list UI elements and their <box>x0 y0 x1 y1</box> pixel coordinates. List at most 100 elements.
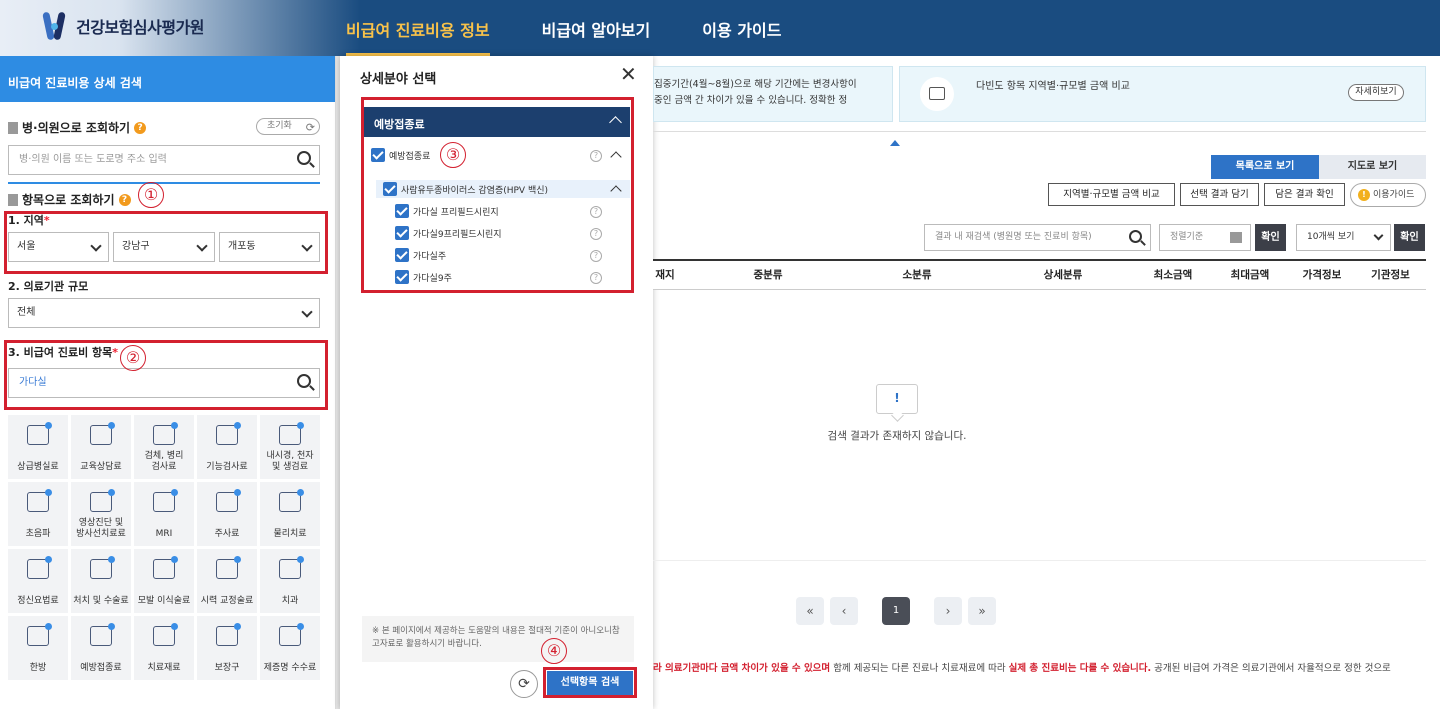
category-label: 영상진단 및 <box>78 518 124 528</box>
hospital-search-input[interactable]: 병·의원 이름 또는 도로명 주소 입력 <box>8 145 320 175</box>
page-prev-button[interactable]: ‹ <box>830 597 858 625</box>
category-tile[interactable]: 예방접종료 <box>71 616 131 680</box>
category-label: 초음파 <box>25 529 51 539</box>
page-first-button[interactable]: « <box>796 597 824 625</box>
per-page-confirm-button[interactable]: 확인 <box>1394 224 1425 251</box>
category-icon <box>90 623 115 646</box>
category-label: 한방 <box>29 663 47 673</box>
reset-button[interactable]: 초기화 ⟳ <box>256 118 320 135</box>
category-label: 예방접종료 <box>80 663 122 673</box>
category-label: 시력 교정술료 <box>200 596 254 606</box>
category-tile[interactable]: 모발 이식술료 <box>134 549 194 613</box>
category-label: 주사료 <box>214 529 240 539</box>
save-results-button[interactable]: 선택 결과 담기 <box>1180 183 1259 206</box>
caret-up-icon[interactable] <box>890 140 900 146</box>
category-tile[interactable]: 치과 <box>260 549 320 613</box>
category-icon <box>153 623 178 646</box>
category-tile[interactable]: MRI <box>134 482 194 546</box>
category-tile[interactable]: 제증명 수수료 <box>260 616 320 680</box>
category-icon <box>216 556 241 579</box>
info-icon: ! <box>1358 189 1370 201</box>
search-icon[interactable] <box>297 151 311 165</box>
category-tile[interactable]: 내시경, 천자 및 생검료 <box>260 415 320 479</box>
help-icon[interactable]: ? <box>118 193 131 206</box>
annotation-marker-1: ① <box>138 182 164 208</box>
notice-banner-compare: 다빈도 항목 지역별·규모별 금액 비교 자세히보기 <box>899 66 1426 122</box>
scale-select[interactable]: 전체 <box>8 298 320 328</box>
category-tile[interactable]: 주사료 <box>197 482 257 546</box>
category-tile[interactable]: 초음파 <box>8 482 68 546</box>
category-icon <box>216 623 241 646</box>
category-label: 처치 및 수술료 <box>73 596 129 606</box>
category-icon <box>153 489 178 512</box>
notice-banner-period: 집중기간(4월~8월)으로 해당 기간에는 변경사항이 중인 금액 간 차이가 … <box>653 66 893 122</box>
divider <box>653 560 1426 561</box>
top-header: 건강보험심사평가원 비급여 진료비용 정보 비급여 알아보기 이용 가이드 <box>0 0 1440 56</box>
logo[interactable]: 건강보험심사평가원 <box>42 10 204 42</box>
detail-view-button[interactable]: 자세히보기 <box>1348 84 1404 101</box>
sort-confirm-button[interactable]: 확인 <box>1255 224 1286 251</box>
sort-select[interactable]: 정렬기준 <box>1159 224 1251 251</box>
category-tile[interactable]: 상급병실료 <box>8 415 68 479</box>
annotation-box-detail <box>361 97 634 293</box>
compare-region-button[interactable]: 지역별·규모별 금액 비교 <box>1048 183 1175 206</box>
empty-notice-icon: ! <box>876 384 918 414</box>
result-search-input[interactable]: 결과 내 재검색 (병원명 또는 진료비 항목) <box>924 224 1151 251</box>
category-tile[interactable]: 보장구 <box>197 616 257 680</box>
nav-cost-info[interactable]: 비급여 진료비용 정보 <box>346 0 490 56</box>
category-label: 정신요법료 <box>17 596 59 606</box>
category-icon <box>90 556 115 579</box>
col-detail-category: 상세분류 <box>1043 269 1083 281</box>
results-table-header: 재지 중분류 소분류 상세분류 최소금액 최대금액 가격정보 기관정보 <box>653 259 1426 290</box>
logo-mark-icon <box>42 10 68 42</box>
category-label: 기능검사료 <box>206 462 248 472</box>
category-tile[interactable]: 치료재료 <box>134 616 194 680</box>
view-saved-button[interactable]: 담은 결과 확인 <box>1264 183 1345 206</box>
left-panel-title: 비급여 진료비용 상세 검색 <box>0 56 335 102</box>
category-icon <box>216 489 241 512</box>
category-tile[interactable]: 기능검사료 <box>197 415 257 479</box>
category-icon <box>153 422 178 445</box>
category-icon <box>279 623 304 646</box>
col-sub-category: 소분류 <box>902 269 932 281</box>
col-institution-info: 기관정보 <box>1371 269 1410 281</box>
usage-guide-button[interactable]: ! 이용가이드 <box>1350 183 1426 207</box>
chart-icon <box>920 77 954 111</box>
category-label: 내시경, 천자 <box>266 451 314 461</box>
help-icon[interactable]: ? <box>134 121 147 134</box>
category-tile[interactable]: 교육상담료 <box>71 415 131 479</box>
category-tile[interactable]: 처치 및 수술료 <box>71 549 131 613</box>
nav-learn[interactable]: 비급여 알아보기 <box>542 0 651 56</box>
col-min-price: 최소금액 <box>1153 269 1193 281</box>
search-icon[interactable] <box>1129 230 1142 243</box>
page-current[interactable]: 1 <box>882 597 910 625</box>
category-tile[interactable]: 물리치료 <box>260 482 320 546</box>
category-icon <box>153 556 178 579</box>
map-view-button[interactable]: 지도로 보기 <box>1319 155 1426 179</box>
category-icon <box>90 422 115 445</box>
category-tile[interactable]: 시력 교정술료 <box>197 549 257 613</box>
category-tile[interactable]: 정신요법료 <box>8 549 68 613</box>
bottom-disclaimer: 라 의료기관마다 금액 차이가 있을 수 있으며 함께 제공되는 다른 진료나 … <box>653 663 1391 674</box>
category-label: 제증명 수수료 <box>263 663 317 673</box>
empty-message: 검색 결과가 존재하지 않습니다. <box>827 430 967 442</box>
per-page-select[interactable]: 10개씩 보기 <box>1296 224 1391 251</box>
annotation-box-item <box>4 340 328 410</box>
nav-guide[interactable]: 이용 가이드 <box>702 0 781 56</box>
category-label: 방사선치료료 <box>76 529 126 539</box>
refresh-button[interactable]: ⟳ <box>510 670 538 698</box>
page-last-button[interactable]: » <box>968 597 996 625</box>
close-icon[interactable]: ✕ <box>620 64 637 84</box>
document-icon <box>8 121 18 134</box>
col-max-price: 최대금액 <box>1230 269 1270 281</box>
category-icon <box>216 422 241 445</box>
category-tile[interactable]: 검체, 병리 검사료 <box>134 415 194 479</box>
list-view-button[interactable]: 목록으로 보기 <box>1211 155 1319 179</box>
page-next-button[interactable]: › <box>934 597 962 625</box>
category-label: 및 생검료 <box>272 462 308 472</box>
category-label: 교육상담료 <box>80 462 122 472</box>
category-tile[interactable]: 한방 <box>8 616 68 680</box>
annotation-marker-4: ④ <box>541 638 567 664</box>
category-tile[interactable]: 영상진단 및 방사선치료료 <box>71 482 131 546</box>
scale-label: 2. 의료기관 규모 <box>8 280 89 293</box>
